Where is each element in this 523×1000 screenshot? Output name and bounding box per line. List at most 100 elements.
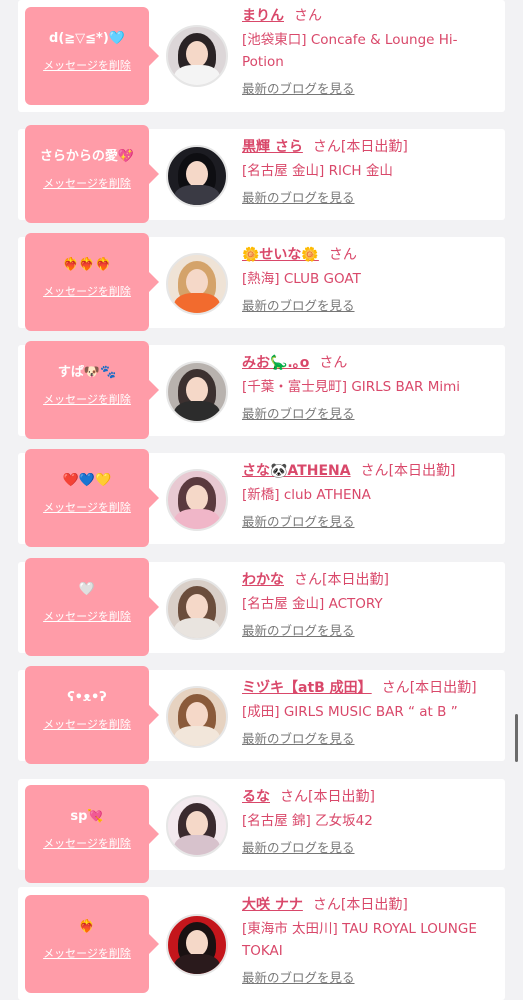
honorific: さん: [312, 897, 341, 913]
cast-name-link[interactable]: 黒輝 さら: [242, 139, 303, 155]
honorific: さん: [294, 572, 322, 588]
message-text: さらからの愛💖: [39, 149, 135, 164]
avatar-body: [174, 401, 220, 421]
list-item: d(≧▽≦*)🩵 メッセージを削除 まりん さん [池袋東口] Concafe &…: [18, 0, 505, 112]
avatar[interactable]: [166, 361, 228, 423]
avatar-face: [186, 41, 208, 67]
avatar[interactable]: [166, 145, 228, 207]
avatar-body: [174, 954, 220, 974]
avatar[interactable]: [166, 253, 228, 315]
honorific: さん: [312, 139, 341, 155]
status-badge: [本日出勤]: [340, 897, 408, 913]
delete-message-link[interactable]: メッセージを削除: [25, 283, 149, 299]
message-text: ❤️‍🔥: [78, 919, 96, 934]
avatar-face: [186, 161, 208, 187]
shop-name: [成田] GIRLS MUSIC BAR “ at B ”: [242, 704, 458, 720]
avatar-body: [174, 618, 220, 638]
list-item: 🤍 メッセージを削除 わかな さん[本日出勤] [名古屋 金山] ACTORY 最…: [18, 558, 505, 656]
latest-blog-link[interactable]: 最新のブログを見る: [242, 295, 355, 314]
avatar-face: [186, 811, 208, 837]
latest-blog-link[interactable]: 最新のブログを見る: [242, 837, 355, 856]
avatar-face: [186, 702, 208, 728]
avatar-face: [186, 594, 208, 620]
avatar-body: [174, 65, 220, 85]
avatar[interactable]: [166, 795, 228, 857]
message-bubble: ❤️‍🔥 メッセージを削除: [25, 895, 159, 993]
shop-name: [名古屋 金山] ACTORY: [242, 596, 383, 612]
avatar-body: [174, 835, 220, 855]
message-bubble: さらからの愛💖 メッセージを削除: [25, 125, 159, 223]
latest-blog-link[interactable]: 最新のブログを見る: [242, 187, 355, 206]
latest-blog-link[interactable]: 最新のブログを見る: [242, 728, 355, 747]
delete-message-link[interactable]: メッセージを削除: [25, 716, 149, 732]
honorific: さん: [294, 8, 322, 24]
avatar-body: [174, 293, 220, 313]
shop-name: [東海市 太田川] TAU ROYAL LOUNGE TOKAI: [242, 921, 477, 959]
honorific: さん: [319, 355, 348, 371]
message-bubble: sp💘 メッセージを削除: [25, 785, 159, 883]
avatar-face: [186, 377, 208, 403]
message-text: すぱ🐶🐾: [57, 365, 117, 380]
avatar-face: [186, 269, 208, 295]
delete-message-link[interactable]: メッセージを削除: [25, 835, 149, 851]
entry-info: ミヅキ【atB 成田】 さん[本日出勤] [成田] GIRLS MUSIC BAR…: [242, 678, 497, 747]
message-text: ʕ•ᴥ•ʔ: [67, 690, 107, 705]
delete-message-link[interactable]: メッセージを削除: [25, 945, 149, 961]
cast-name-link[interactable]: みお🦕.｡o: [242, 355, 309, 371]
avatar[interactable]: [166, 914, 228, 976]
shop-name: [千葉・富士見町] GIRLS BAR Mimi: [242, 379, 460, 395]
avatar-body: [174, 185, 220, 205]
entry-info: 黒輝 さら さん[本日出勤] [名古屋 金山] RICH 金山 最新のブログを見る: [242, 137, 497, 206]
message-text: ❤️‍🔥❤️‍🔥❤️‍🔥: [62, 257, 112, 272]
entry-info: まりん さん [池袋東口] Concafe & Lounge Hi-Potion …: [242, 6, 497, 97]
latest-blog-link[interactable]: 最新のブログを見る: [242, 967, 355, 986]
status-badge: [本日出勤]: [340, 139, 408, 155]
delete-message-link[interactable]: メッセージを削除: [25, 608, 149, 624]
shop-name: [名古屋 錦] 乙女坂42: [242, 813, 373, 829]
latest-blog-link[interactable]: 最新のブログを見る: [242, 511, 355, 530]
status-badge: [本日出勤]: [388, 463, 456, 479]
latest-blog-link[interactable]: 最新のブログを見る: [242, 620, 355, 639]
cast-name-link[interactable]: 大咲 ナナ: [242, 897, 303, 913]
cast-name-link[interactable]: 🌼せいな🌼: [242, 247, 319, 263]
message-bubble: すぱ🐶🐾 メッセージを削除: [25, 341, 159, 439]
delete-message-link[interactable]: メッセージを削除: [25, 499, 149, 515]
cast-name-link[interactable]: ミヅキ【atB 成田】: [242, 680, 372, 696]
list-item: すぱ🐶🐾 メッセージを削除 みお🦕.｡o さん [千葉・富士見町] GIRLS B…: [18, 341, 505, 439]
delete-message-link[interactable]: メッセージを削除: [25, 391, 149, 407]
message-bubble: ❤️‍🔥❤️‍🔥❤️‍🔥 メッセージを削除: [25, 233, 159, 331]
avatar-body: [174, 726, 220, 746]
cast-name-link[interactable]: るな: [242, 789, 270, 805]
shop-name: [池袋東口] Concafe & Lounge Hi-Potion: [242, 32, 458, 70]
avatar-body: [174, 509, 220, 529]
cast-name-link[interactable]: わかな: [242, 572, 284, 588]
avatar[interactable]: [166, 578, 228, 640]
message-bubble: ❤️💙💛 メッセージを削除: [25, 449, 159, 547]
message-text: ❤️💙💛: [62, 473, 112, 488]
cast-name-link[interactable]: まりん: [242, 8, 284, 24]
entry-info: るな さん[本日出勤] [名古屋 錦] 乙女坂42 最新のブログを見る: [242, 787, 497, 856]
cast-name-link[interactable]: さな🐼ATHENA: [242, 463, 351, 479]
avatar-face: [186, 485, 208, 511]
avatar[interactable]: [166, 25, 228, 87]
entry-info: わかな さん[本日出勤] [名古屋 金山] ACTORY 最新のブログを見る: [242, 570, 497, 639]
avatar[interactable]: [166, 469, 228, 531]
message-text: 🤍: [78, 582, 96, 597]
entry-info: さな🐼ATHENA さん[本日出勤] [新橋] club ATHENA 最新のブロ…: [242, 461, 497, 530]
avatar[interactable]: [166, 686, 228, 748]
status-badge: [本日出勤]: [322, 572, 389, 588]
entry-info: 大咲 ナナ さん[本日出勤] [東海市 太田川] TAU ROYAL LOUNGE…: [242, 895, 497, 986]
list-item: ❤️‍🔥 メッセージを削除 大咲 ナナ さん[本日出勤] [東海市 太田川] TA…: [18, 887, 505, 1000]
delete-message-link[interactable]: メッセージを削除: [25, 175, 149, 191]
list-item: ❤️‍🔥❤️‍🔥❤️‍🔥 メッセージを削除 🌼せいな🌼 さん [熱海] CLUB …: [18, 233, 505, 331]
list-item: sp💘 メッセージを削除 るな さん[本日出勤] [名古屋 錦] 乙女坂42 最新…: [18, 779, 505, 883]
latest-blog-link[interactable]: 最新のブログを見る: [242, 78, 355, 97]
list-item: さらからの愛💖 メッセージを削除 黒輝 さら さん[本日出勤] [名古屋 金山] …: [18, 125, 505, 223]
honorific: さん: [360, 463, 389, 479]
delete-message-link[interactable]: メッセージを削除: [25, 57, 149, 73]
latest-blog-link[interactable]: 最新のブログを見る: [242, 403, 355, 422]
scrollbar[interactable]: [515, 714, 518, 762]
entry-info: みお🦕.｡o さん [千葉・富士見町] GIRLS BAR Mimi 最新のブログ…: [242, 353, 497, 422]
list-item: ❤️💙💛 メッセージを削除 さな🐼ATHENA さん[本日出勤] [新橋] clu…: [18, 449, 505, 547]
message-bubble: d(≧▽≦*)🩵 メッセージを削除: [25, 7, 159, 105]
